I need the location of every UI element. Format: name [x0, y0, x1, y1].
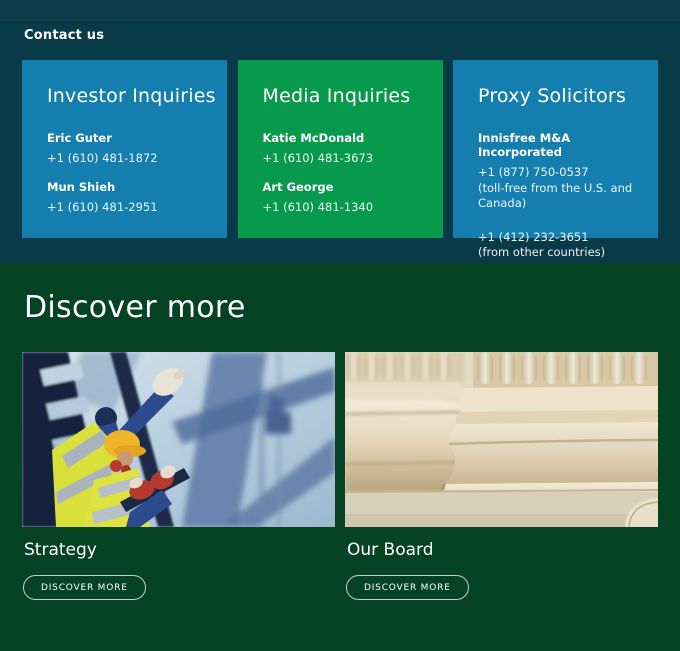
contact-entry: Eric Guter +1 (610) 481-1872: [47, 131, 203, 167]
top-divider: [0, 0, 680, 23]
card-proxy-solicitors: Proxy Solicitors Innisfree M&A Incorpora…: [453, 60, 658, 238]
contact-note: (toll-free from the U.S. and Canada): [478, 181, 634, 212]
contact-entry: Innisfree M&A Incorporated +1 (877) 750-…: [478, 131, 634, 212]
contact-phone: +1 (610) 481-1872: [47, 151, 203, 167]
discover-more-button-our-board[interactable]: DISCOVER MORE: [346, 575, 469, 600]
contact-phone: +1 (877) 750-0537: [478, 165, 634, 181]
discover-section: Discover more: [0, 263, 680, 651]
tile-title: Strategy: [24, 540, 335, 560]
contact-name: Art George: [263, 180, 419, 194]
tile-our-board: Our Board DISCOVER MORE: [345, 352, 658, 600]
contact-phone: +1 (610) 481-2951: [47, 200, 203, 216]
card-title: Proxy Solicitors: [478, 85, 634, 107]
contact-phone: +1 (610) 481-1340: [263, 200, 419, 216]
contact-entry: +1 (412) 232-3651 (from other countries): [478, 230, 634, 261]
contact-section: Contact us Investor Inquiries Eric Guter…: [0, 0, 680, 263]
contact-entry: Katie McDonald +1 (610) 481-3673: [263, 131, 419, 167]
contact-entry: Art George +1 (610) 481-1340: [263, 180, 419, 216]
contact-note: (from other countries): [478, 245, 634, 261]
strategy-image[interactable]: [22, 352, 335, 527]
card-media-inquiries: Media Inquiries Katie McDonald +1 (610) …: [238, 60, 443, 238]
contact-cards-row: Investor Inquiries Eric Guter +1 (610) 4…: [22, 60, 658, 238]
contact-name: Katie McDonald: [263, 131, 419, 145]
contact-phone: +1 (610) 481-3673: [263, 151, 419, 167]
discover-heading: Discover more: [0, 263, 680, 325]
tile-title: Our Board: [347, 540, 658, 560]
discover-tiles-row: Strategy DISCOVER MORE: [22, 352, 658, 600]
card-investor-inquiries: Investor Inquiries Eric Guter +1 (610) 4…: [22, 60, 227, 238]
tile-strategy: Strategy DISCOVER MORE: [22, 352, 335, 600]
contact-phone: +1 (412) 232-3651: [478, 230, 634, 246]
card-title: Media Inquiries: [263, 85, 419, 107]
contact-name: Mun Shieh: [47, 180, 203, 194]
contact-entry: Mun Shieh +1 (610) 481-2951: [47, 180, 203, 216]
contact-name: Innisfree M&A Incorporated: [478, 131, 634, 159]
board-image[interactable]: [345, 352, 658, 527]
card-title: Investor Inquiries: [47, 85, 203, 107]
contact-heading: Contact us: [24, 28, 680, 43]
contact-name: Eric Guter: [47, 131, 203, 145]
discover-more-button-strategy[interactable]: DISCOVER MORE: [23, 575, 146, 600]
